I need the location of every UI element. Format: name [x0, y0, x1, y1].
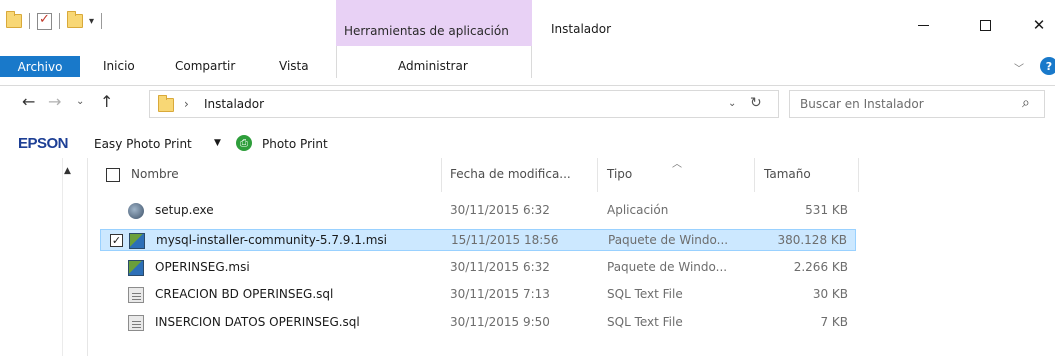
epson-toolbar: EPSON Easy Photo Print ▼ ⎙ Photo Print — [0, 132, 1055, 156]
sql-file-icon — [128, 287, 144, 303]
file-date: 30/11/2015 9:50 — [450, 315, 550, 329]
column-header-size[interactable]: Tamaño — [764, 167, 811, 181]
breadcrumb-instalador[interactable]: Instalador — [204, 97, 264, 111]
file-type: Aplicación — [607, 203, 669, 217]
photo-print-icon[interactable]: ⎙ — [236, 135, 252, 151]
easy-photo-print-dropdown-icon[interactable]: ▼ — [214, 138, 221, 148]
address-dropdown-icon[interactable]: ⌄ — [728, 98, 736, 109]
epson-logo: EPSON — [18, 135, 69, 152]
scroll-up-icon[interactable]: ▲ — [64, 166, 71, 176]
file-name: CREACION BD OPERINSEG.sql — [155, 287, 334, 301]
column-headers: Nombre Fecha de modifica... ︿ Tipo Tamañ… — [100, 158, 860, 192]
toolbar-separator — [59, 13, 60, 29]
toolbar-separator — [101, 13, 103, 29]
new-folder-icon[interactable] — [67, 11, 83, 28]
minimize-button[interactable] — [900, 10, 946, 40]
file-row[interactable]: INSERCION DATOS OPERINSEG.sql 30/11/2015… — [100, 312, 856, 334]
file-name: INSERCION DATOS OPERINSEG.sql — [155, 315, 360, 329]
tab-inicio[interactable]: Inicio — [103, 59, 135, 73]
file-name: OPERINSEG.msi — [155, 260, 250, 274]
tab-administrar[interactable]: Administrar — [398, 59, 468, 73]
folder-icon[interactable] — [6, 11, 22, 28]
recent-locations-icon[interactable]: ⌄ — [76, 96, 84, 107]
column-divider[interactable] — [754, 158, 755, 192]
navigation-pane[interactable]: ▲ — [0, 158, 88, 356]
minimize-icon — [917, 24, 929, 26]
search-placeholder: Buscar en Instalador — [800, 97, 924, 111]
select-all-checkbox[interactable] — [106, 168, 120, 182]
exe-icon — [128, 203, 144, 219]
application-tools-context-tab — [336, 0, 532, 46]
navigation-bar: ← → ⌄ ↑ › Instalador ⌄ ↻ Buscar en Insta… — [0, 86, 1055, 122]
application-tools-label: Herramientas de aplicación — [344, 24, 509, 38]
easy-photo-print-button[interactable]: Easy Photo Print — [94, 137, 192, 151]
file-row-selected[interactable]: ✓ mysql-installer-community-5.7.9.1.msi … — [100, 229, 856, 251]
file-type: Paquete de Windo... — [608, 233, 729, 247]
file-name: setup.exe — [155, 203, 214, 217]
forward-button[interactable]: → — [48, 92, 61, 111]
window-title: Instalador — [551, 22, 612, 36]
file-type: SQL Text File — [607, 315, 683, 329]
file-date: 15/11/2015 18:56 — [451, 233, 559, 247]
column-divider[interactable] — [858, 158, 859, 192]
file-row[interactable]: setup.exe 30/11/2015 6:32 Aplicación 531… — [100, 200, 856, 222]
file-size: 380.128 KB — [777, 233, 847, 247]
ribbon-tabs: Archivo Inicio Compartir Vista Administr… — [0, 46, 1055, 86]
up-button[interactable]: ↑ — [100, 92, 113, 111]
file-date: 30/11/2015 6:32 — [450, 203, 550, 217]
maximize-icon — [979, 19, 991, 31]
file-size: 2.266 KB — [793, 260, 848, 274]
file-date: 30/11/2015 7:13 — [450, 287, 550, 301]
row-checkbox-checked[interactable]: ✓ — [110, 234, 123, 247]
refresh-icon[interactable]: ↻ — [750, 95, 762, 111]
help-icon[interactable]: ? — [1040, 57, 1055, 75]
title-bar: ▾ Herramientas de aplicación Instalador … — [0, 0, 1055, 46]
sort-ascending-icon: ︿ — [672, 159, 682, 170]
file-name: mysql-installer-community-5.7.9.1.msi — [156, 233, 387, 247]
msi-icon — [128, 260, 144, 276]
breadcrumb-chevron-icon[interactable]: › — [184, 97, 189, 111]
search-input[interactable]: Buscar en Instalador ⌕ — [789, 90, 1045, 118]
tab-vista[interactable]: Vista — [279, 59, 309, 73]
column-header-type[interactable]: Tipo — [607, 167, 632, 181]
file-row[interactable]: OPERINSEG.msi 30/11/2015 6:32 Paquete de… — [100, 257, 856, 279]
column-divider[interactable] — [597, 158, 598, 192]
maximize-button[interactable] — [962, 10, 1008, 40]
search-icon[interactable]: ⌕ — [1022, 95, 1030, 111]
close-icon: ✕ — [1032, 16, 1046, 34]
file-date: 30/11/2015 6:32 — [450, 260, 550, 274]
file-row[interactable]: CREACION BD OPERINSEG.sql 30/11/2015 7:1… — [100, 284, 856, 306]
file-type: SQL Text File — [607, 287, 683, 301]
quick-access-toolbar: ▾ — [6, 9, 105, 33]
expand-ribbon-icon[interactable]: ﹀ — [1014, 60, 1024, 75]
column-header-date[interactable]: Fecha de modifica... — [450, 167, 571, 181]
column-header-name[interactable]: Nombre — [131, 167, 179, 181]
close-button[interactable]: ✕ — [1016, 10, 1055, 40]
file-type: Paquete de Windo... — [607, 260, 728, 274]
folder-icon — [158, 95, 174, 112]
back-button[interactable]: ← — [22, 92, 35, 111]
tab-archivo[interactable]: Archivo — [0, 56, 80, 77]
address-bar[interactable]: › Instalador ⌄ ↻ — [149, 90, 779, 118]
toolbar-separator — [29, 13, 30, 29]
navigation-pane-scrollbar[interactable] — [62, 158, 63, 356]
column-divider[interactable] — [441, 158, 442, 192]
file-size: 7 KB — [820, 315, 848, 329]
sql-file-icon — [128, 315, 144, 331]
tab-compartir[interactable]: Compartir — [175, 59, 235, 73]
customize-toolbar-icon[interactable]: ▾ — [89, 16, 94, 27]
file-size: 531 KB — [805, 203, 848, 217]
msi-icon — [129, 233, 145, 249]
properties-icon[interactable] — [37, 12, 52, 30]
photo-print-button[interactable]: Photo Print — [262, 137, 328, 151]
file-size: 30 KB — [812, 287, 848, 301]
